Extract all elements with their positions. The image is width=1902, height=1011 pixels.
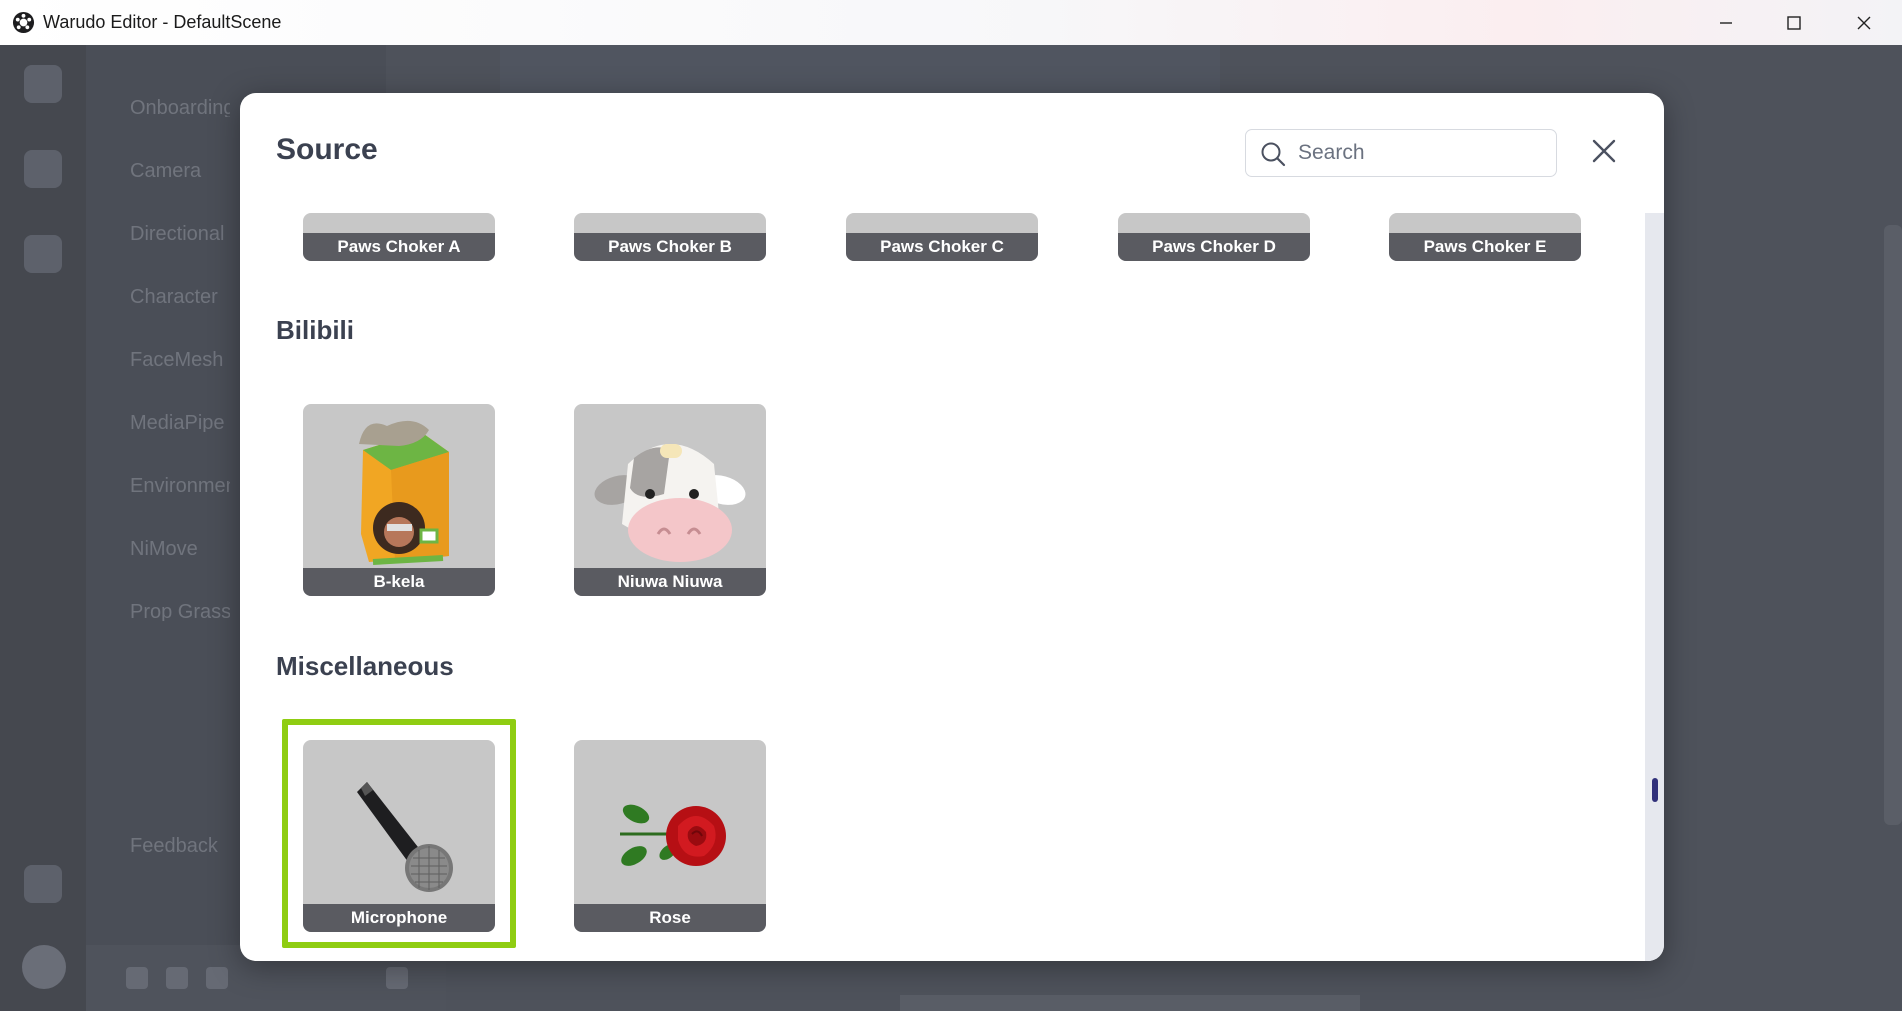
card-label: Rose [574, 904, 766, 932]
modal-scrollbar[interactable] [1645, 213, 1664, 961]
minimize-button[interactable] [1692, 0, 1760, 45]
panel-row: FaceMesh [130, 349, 224, 369]
search-box[interactable] [1245, 129, 1557, 177]
left-rail [0, 45, 86, 1011]
window-title: Warudo Editor - DefaultScene [43, 12, 282, 32]
close-icon [1857, 16, 1871, 29]
card-label: Microphone [303, 904, 495, 932]
modal-title: Source [276, 133, 378, 166]
source-card-paws-choker-b[interactable]: Paws Choker B [574, 213, 766, 261]
cow-head-icon [594, 444, 746, 562]
source-card-rose[interactable]: Rose [574, 740, 766, 932]
source-card-b-kela[interactable]: B-kela [303, 404, 495, 596]
right-scrollbar [1884, 225, 1902, 825]
source-card-paws-choker-d[interactable]: Paws Choker D [1118, 213, 1310, 261]
hierarchy-icon [24, 150, 62, 188]
feedback-label: Feedback [130, 835, 218, 855]
scene-icon [24, 65, 62, 103]
panel-row: Prop Grass [130, 601, 230, 621]
card-label: Paws Choker B [574, 233, 766, 261]
search-input[interactable] [1298, 130, 1548, 176]
plugin-icon [24, 865, 62, 903]
card-label: Paws Choker D [1118, 233, 1310, 261]
warudo-logo-icon [12, 11, 35, 34]
minimize-icon [1720, 21, 1732, 24]
panel-row: Onboarding [130, 97, 230, 117]
search-icon [1261, 142, 1286, 167]
source-list[interactable]: Paws Choker A Paws Choker B Paws Choker … [240, 213, 1645, 961]
microphone-icon [357, 782, 453, 892]
modal-scrollbar-thumb[interactable] [1652, 777, 1658, 802]
maximize-button[interactable] [1760, 0, 1828, 45]
bottom-preview [900, 995, 1360, 1011]
milk-carton-icon [359, 420, 449, 565]
source-card-paws-choker-e[interactable]: Paws Choker E [1389, 213, 1581, 261]
card-label: Paws Choker C [846, 233, 1038, 261]
avatar [22, 945, 66, 989]
panel-row: MediaPipe [130, 412, 225, 432]
card-label: Niuwa Niuwa [574, 568, 766, 596]
section-title-miscellaneous: Miscellaneous [276, 651, 454, 681]
source-card-paws-choker-a[interactable]: Paws Choker A [303, 213, 495, 261]
rose-icon [620, 804, 726, 866]
source-card-niuwa-niuwa[interactable]: Niuwa Niuwa [574, 404, 766, 596]
panel-row: Directional [130, 223, 225, 243]
panel-row: Environment [130, 475, 230, 495]
window-titlebar: Warudo Editor - DefaultScene [0, 0, 1902, 45]
window-close-button[interactable] [1830, 0, 1898, 45]
toolbar-strip [500, 45, 1220, 93]
card-label: Paws Choker E [1389, 233, 1581, 261]
card-label: B-kela [303, 568, 495, 596]
card-label: Paws Choker A [303, 233, 495, 261]
close-icon [1592, 139, 1616, 163]
maximize-icon [1787, 15, 1801, 30]
modal-close-button[interactable] [1588, 135, 1620, 167]
panel-row: NiMove [130, 538, 198, 558]
source-card-paws-choker-c[interactable]: Paws Choker C [846, 213, 1038, 261]
source-card-microphone[interactable]: Microphone [303, 740, 495, 932]
panel-row: Camera [130, 160, 202, 180]
panel-row: Character [130, 286, 218, 306]
source-modal: Source Paws Choker A Paws Choker B Paws … [240, 93, 1664, 961]
blueprint-icon [24, 235, 62, 273]
section-title-bilibili: Bilibili [276, 315, 354, 345]
